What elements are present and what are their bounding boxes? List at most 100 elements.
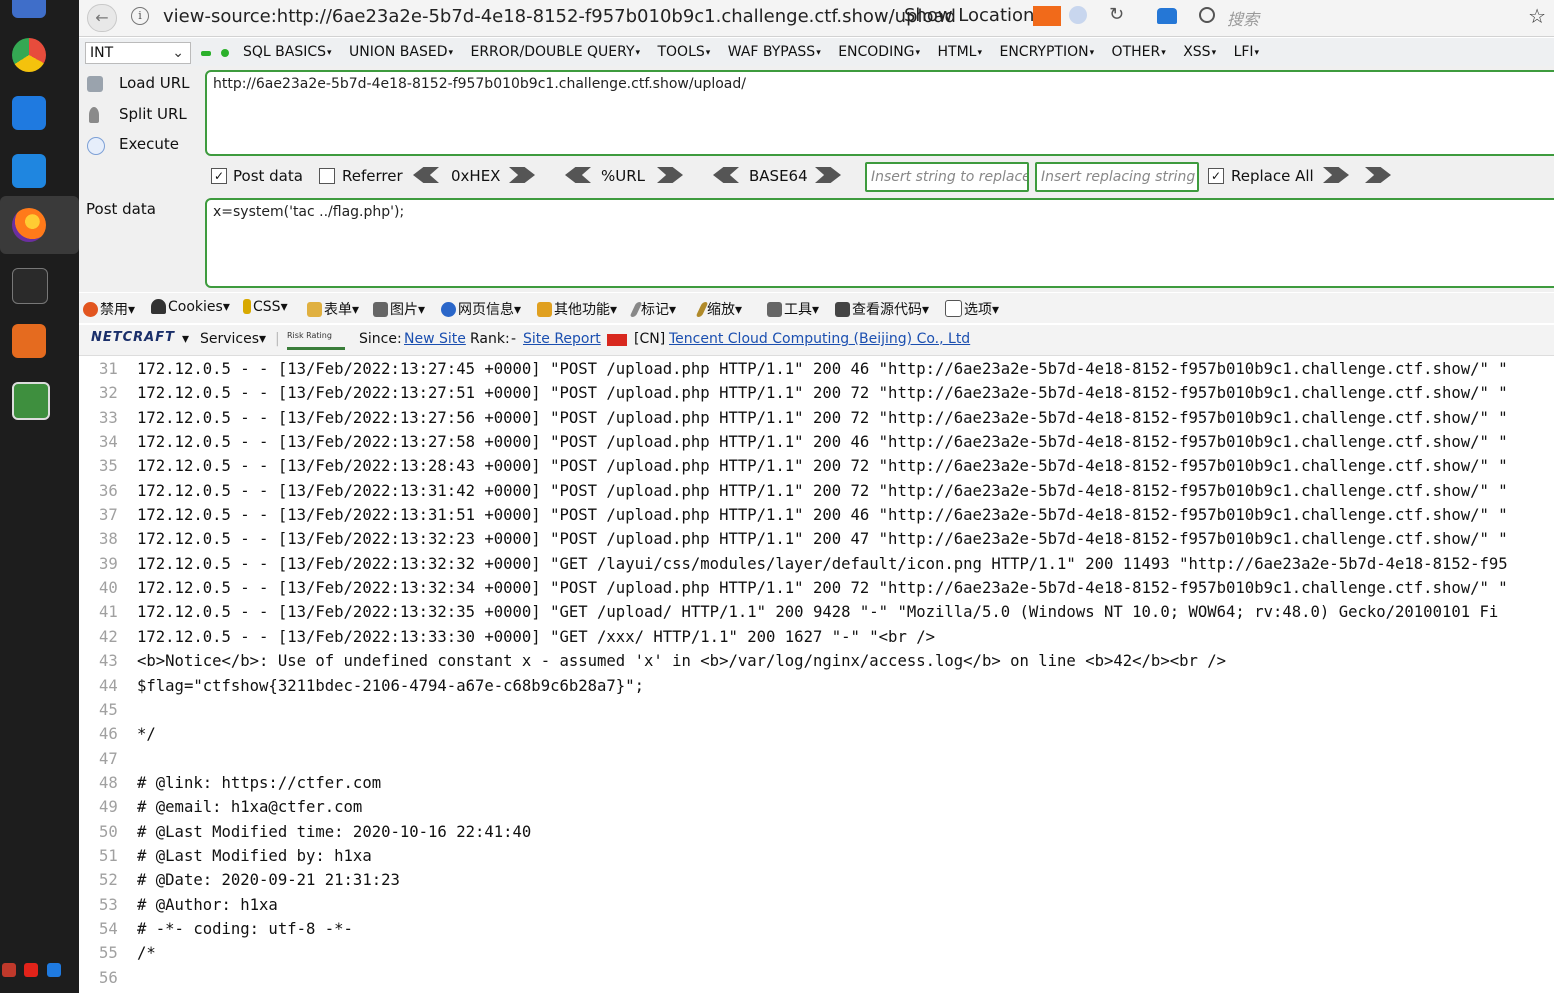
url-encode-arrow-icon[interactable] (657, 167, 683, 183)
post-data-checkbox[interactable]: ✓ (211, 168, 227, 184)
menu-error-double-query[interactable]: ERROR/DOUBLE QUERY (470, 44, 640, 60)
disable-icon (83, 302, 98, 317)
netcraft-menu-arrow-icon[interactable]: ▾ (182, 331, 189, 347)
injection-type-select[interactable]: INT ⌄ (85, 42, 191, 64)
hackbar-toolbar: INT ⌄ SQL BASICS UNION BASED ERROR/DOUBL… (79, 38, 1554, 66)
replacing-string-input[interactable]: Insert replacing string (1035, 162, 1199, 192)
terminal-icon[interactable] (12, 268, 48, 304)
info-circle-icon (441, 302, 456, 317)
tray-network-icon[interactable] (2, 963, 16, 977)
split-url-icon (89, 107, 99, 123)
webdev-viewsource-menu[interactable]: 查看源代码▾ (835, 299, 929, 319)
webdev-css-menu[interactable]: CSS▾ (243, 299, 288, 315)
webdev-images-menu[interactable]: 图片▾ (373, 299, 425, 319)
rank-value: - (511, 331, 517, 347)
line-number: 38 (99, 530, 118, 548)
addon-icon[interactable] (1157, 8, 1177, 24)
execute-button[interactable]: Execute (87, 135, 179, 155)
image-app-icon[interactable] (12, 382, 50, 420)
webdev-misc-menu[interactable]: 其他功能▾ (537, 299, 617, 319)
line-number: 37 (99, 506, 118, 524)
bookmark-star-icon[interactable]: ☆ (1528, 4, 1546, 28)
firefox-icon[interactable] (12, 208, 46, 242)
search-input[interactable]: 搜索 (1191, 3, 1491, 29)
netcraft-logo[interactable]: NETCRAFT (91, 330, 175, 345)
split-url-button[interactable]: Split URL (87, 105, 187, 123)
office-app-icon[interactable] (12, 324, 46, 358)
webdev-css-label: CSS (253, 299, 281, 315)
menu-waf-bypass[interactable]: WAF BYPASS (728, 44, 821, 60)
base64-encode-arrow-icon[interactable] (815, 167, 841, 183)
misc-icon (537, 302, 552, 317)
base64-decode-arrow-icon[interactable] (713, 167, 739, 183)
back-button[interactable]: ← (87, 4, 117, 32)
webdev-disable-menu[interactable]: 禁用▾ (83, 299, 135, 319)
webdev-toolbar: 禁用▾ Cookies▾ CSS▾ 表单▾ 图片▾ 网页信息▾ 其他功能▾ 标记… (79, 293, 1554, 323)
hosting-provider-link[interactable]: Tencent Cloud Computing (Beijing) Co., L… (669, 331, 970, 347)
post-data-textarea[interactable]: x=system('tac ../flag.php'); (205, 198, 1554, 288)
referrer-option-label: Referrer (342, 167, 403, 185)
menu-encryption[interactable]: ENCRYPTION (999, 44, 1094, 60)
cloud-app-icon[interactable] (12, 154, 46, 188)
tray-upload-icon[interactable] (46, 963, 61, 977)
line-number: 46 (99, 725, 118, 743)
line-number: 34 (99, 433, 118, 451)
line-number: 55 (99, 944, 118, 962)
info-icon[interactable]: i (131, 7, 149, 25)
menu-other[interactable]: OTHER (1112, 44, 1166, 60)
webdev-forms-label: 表单 (324, 302, 352, 318)
location-flag-icon (1033, 6, 1061, 26)
show-location-label[interactable]: Show Location (904, 5, 1034, 26)
netcraft-services-menu[interactable]: Services▾ (200, 331, 266, 347)
hex-encode-arrow-icon[interactable] (509, 167, 535, 183)
webdev-forms-menu[interactable]: 表单▾ (307, 299, 359, 319)
upload-app-icon[interactable] (12, 96, 46, 130)
line-number: 45 (99, 701, 118, 719)
webdev-viewsource-label: 查看源代码 (852, 302, 922, 318)
webdev-cookies-menu[interactable]: Cookies▾ (151, 299, 230, 315)
webdev-options-menu[interactable]: 选项▾ (945, 299, 999, 319)
load-url-button[interactable]: Load URL (87, 74, 190, 92)
line-text: 172.12.0.5 - - [13/Feb/2022:13:27:58 +00… (137, 433, 1508, 451)
line-text: # @Last Modified time: 2020-10-16 22:41:… (137, 823, 532, 841)
menu-union-based[interactable]: UNION BASED (349, 44, 453, 60)
webdev-outline-label: 标记 (641, 302, 669, 318)
line-text: 172.12.0.5 - - [13/Feb/2022:13:31:42 +00… (137, 482, 1508, 500)
line-number: 32 (99, 384, 118, 402)
webdev-pageinfo-menu[interactable]: 网页信息▾ (441, 299, 521, 319)
line-number: 44 (99, 677, 118, 695)
netcraft-toolbar: NETCRAFT ▾ Services▾ | Risk Rating Since… (79, 325, 1554, 356)
url-textarea[interactable]: http://6ae23a2e-5b7d-4e18-8152-f957b010b… (205, 70, 1554, 156)
line-number: 31 (99, 360, 118, 378)
menu-encoding[interactable]: ENCODING (838, 44, 920, 60)
webdev-resize-menu[interactable]: 缩放▾ (695, 299, 742, 319)
replace-all-arrow-icon[interactable] (1365, 167, 1391, 183)
url-decode-arrow-icon[interactable] (565, 167, 591, 183)
replace-all-checkbox[interactable]: ✓ (1208, 168, 1224, 184)
webdev-pageinfo-label: 网页信息 (458, 302, 514, 318)
menu-tools[interactable]: TOOLS (657, 44, 710, 60)
replace-arrow-icon[interactable] (1323, 167, 1349, 183)
site-report-link[interactable]: Site Report (523, 331, 601, 347)
webdev-options-label: 选项 (964, 302, 992, 318)
menu-lfi[interactable]: LFI (1234, 44, 1260, 60)
line-text: 172.12.0.5 - - [13/Feb/2022:13:31:51 +00… (137, 506, 1508, 524)
chrome-icon[interactable] (12, 38, 46, 72)
menu-html[interactable]: HTML (938, 44, 983, 60)
tray-input-icon[interactable] (24, 963, 39, 977)
line-number: 43 (99, 652, 118, 670)
rank-label: Rank: (470, 331, 510, 347)
hex-decode-arrow-icon[interactable] (413, 167, 439, 183)
replace-string-input[interactable]: Insert string to replace (865, 162, 1029, 192)
line-text: # @Author: h1xa (137, 896, 278, 914)
dock-app-top-icon[interactable] (12, 0, 46, 18)
menu-xss[interactable]: XSS (1183, 44, 1216, 60)
webdev-outline-menu[interactable]: 标记▾ (629, 299, 676, 319)
reload-button[interactable]: ↻ (1109, 4, 1124, 25)
since-value-link[interactable]: New Site (404, 331, 466, 347)
referrer-checkbox[interactable] (319, 168, 335, 184)
url-input[interactable]: view-source:http://6ae23a2e-5b7d-4e18-81… (163, 6, 956, 27)
webdev-tools-menu[interactable]: 工具▾ (767, 299, 819, 319)
address-bar: ← i view-source:http://6ae23a2e-5b7d-4e1… (79, 0, 1554, 37)
menu-sql-basics[interactable]: SQL BASICS (243, 44, 332, 60)
